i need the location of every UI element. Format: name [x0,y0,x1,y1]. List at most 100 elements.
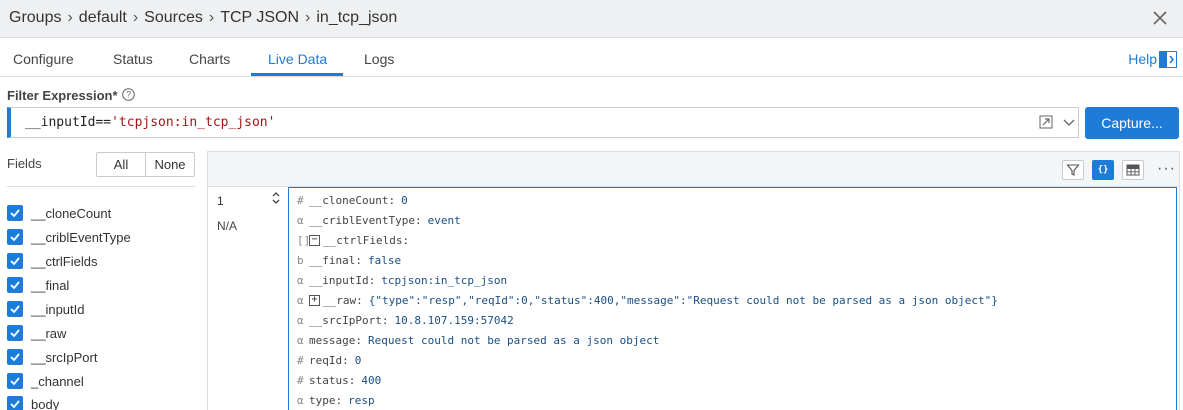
field-name: __final [31,277,70,293]
field-value[interactable]: Request could not be parsed as a json ob… [368,334,659,347]
tab-configure[interactable]: Configure [13,51,74,67]
collapse-minus-icon[interactable]: − [309,234,320,246]
field-key[interactable]: reqId [309,354,342,367]
field-key[interactable]: message [309,334,355,347]
field-key[interactable]: __final [309,254,355,267]
event-field: [] − __ctrlFields: [297,232,415,248]
tab-logs[interactable]: Logs [364,51,394,67]
colon: : [335,393,343,407]
help-panel-icon[interactable] [1159,51,1177,68]
field-name: body [31,396,60,410]
table-icon [1126,164,1140,176]
field-checkbox[interactable] [7,396,23,410]
event-field: # status:400 [297,372,381,388]
field-item[interactable]: __ctrlFields [7,251,97,271]
field-value[interactable]: event [428,214,461,227]
field-value[interactable]: 0 [401,194,408,207]
field-item[interactable]: __srcIpPort [7,347,97,367]
filter-expression-input[interactable]: __inputId=='tcpjson:in_tcp_json' [7,107,1079,138]
field-item[interactable]: __raw [7,323,66,343]
fields-title: Fields [7,156,42,171]
expand-editor-icon[interactable] [1038,114,1054,130]
field-checkbox[interactable] [7,301,23,317]
events-toolbar: {} ··· [208,152,1179,187]
type-indicator: α [297,313,304,327]
modal-header: Groups › default › Sources › TCP JSON › in_tcp_j… [0,0,1183,38]
json-view-button[interactable]: {} [1092,160,1114,180]
field-checkbox[interactable] [7,253,23,269]
select-all-button[interactable]: All [97,153,146,176]
event-field: α type: resp [297,392,375,408]
field-value[interactable]: {"type":"resp","reqId":0,"status":400,"m… [369,294,998,307]
field-checkbox[interactable] [7,277,23,293]
field-item[interactable]: __inputId [7,299,85,319]
field-key[interactable]: __cloneCount [309,194,388,207]
event-field: α __srcIpPort:10.8.107.159:57042 [297,312,514,328]
field-checkbox[interactable] [7,373,23,389]
expand-plus-icon[interactable]: + [309,294,320,306]
check-icon [10,400,20,409]
event-field: # __cloneCount:0 [297,192,408,208]
close-icon[interactable] [1149,7,1171,29]
filter-expression-key: __inputId== [25,115,112,130]
capture-button[interactable]: Capture... [1085,107,1179,139]
field-key[interactable]: __inputId [309,274,369,287]
field-name: __inputId [31,301,85,317]
question-icon[interactable]: ? [122,88,135,101]
breadcrumb-separator: › [208,9,215,26]
tab-live-data[interactable]: Live Data [268,51,327,67]
field-checkbox[interactable] [7,349,23,365]
field-value[interactable]: resp [348,394,375,407]
field-item[interactable]: __cloneCount [7,203,111,223]
chevron-down-icon[interactable] [1063,117,1075,127]
more-options-icon[interactable]: ··· [1157,160,1176,178]
field-item[interactable]: body [7,394,59,410]
help-link[interactable]: Help [1128,51,1157,67]
field-item[interactable]: _channel [7,371,84,391]
breadcrumb-groups[interactable]: Groups [9,9,61,26]
field-checkbox[interactable] [7,325,23,341]
filter-expression-value: __inputId=='tcpjson:in_tcp_json' [25,115,275,130]
field-checkbox[interactable] [7,205,23,221]
type-indicator: [] [297,233,311,247]
field-checkbox[interactable] [7,229,23,245]
field-key[interactable]: status [309,374,349,387]
field-value[interactable]: 0 [355,354,362,367]
colon: : [368,273,376,287]
collapse-icon[interactable] [271,191,281,205]
braces-icon: {} [1097,165,1109,175]
field-key[interactable]: __criblEventType [309,214,415,227]
event-field: b __final: false [297,252,401,268]
check-icon [10,209,20,218]
breadcrumb-sources[interactable]: Sources [144,9,203,26]
tab-charts[interactable]: Charts [189,51,230,67]
tab-bar [0,40,1183,77]
field-value[interactable]: 10.8.107.159:57042 [394,314,513,327]
field-value[interactable]: false [368,254,401,267]
table-view-button[interactable] [1122,160,1144,180]
tab-status[interactable]: Status [113,51,153,67]
breadcrumb-default[interactable]: default [79,9,127,26]
divider [7,186,195,187]
breadcrumb-tcp-json[interactable]: TCP JSON [220,9,299,26]
colon: : [381,313,389,327]
select-none-button[interactable]: None [146,153,194,176]
fields-select-toggle: All None [96,152,195,177]
field-key[interactable]: __srcIpPort [309,314,382,327]
filter-funnel-button[interactable] [1062,160,1084,180]
field-item[interactable]: __final [7,275,69,295]
field-key[interactable]: __raw [323,294,356,307]
field-key[interactable]: type [309,394,336,407]
event-field: α __criblEventType: event [297,212,461,228]
check-icon [10,377,20,386]
field-value[interactable]: tcpjson:in_tcp_json [381,274,507,287]
breadcrumb: Groups › default › Sources › TCP JSON › in_tcp_j… [9,9,397,27]
type-indicator: α [297,213,304,227]
field-item[interactable]: __criblEventType [7,227,131,247]
field-key[interactable]: __ctrlFields [323,234,402,247]
event-index: 1 [217,194,224,208]
check-icon [10,329,20,338]
check-icon [10,257,20,266]
field-name: _channel [31,373,84,389]
field-value[interactable]: 400 [361,374,381,387]
